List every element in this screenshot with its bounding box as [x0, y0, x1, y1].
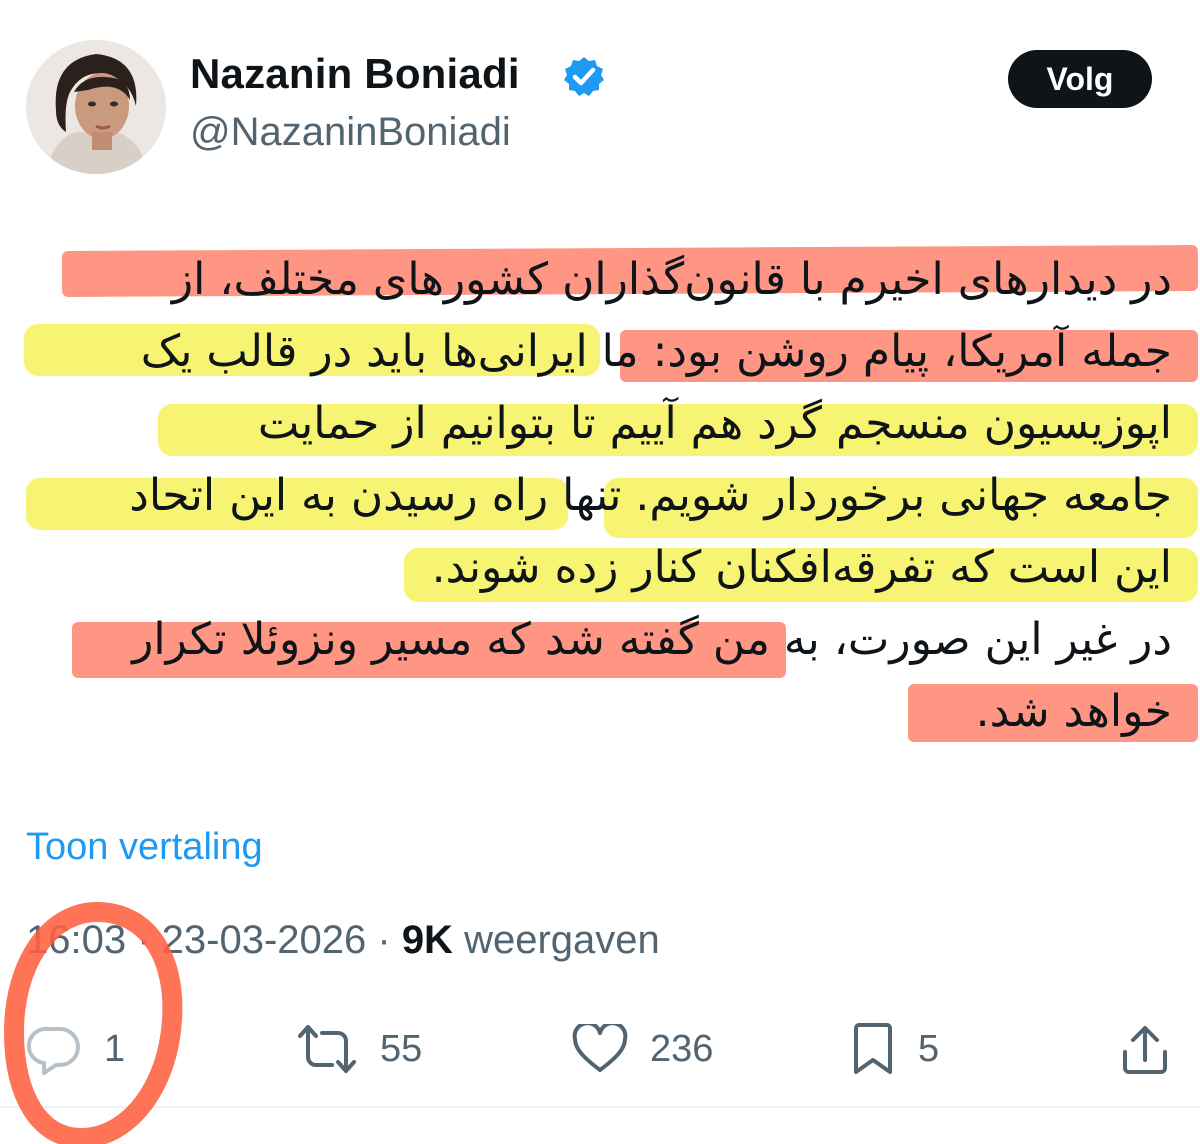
views-label: weergaven: [452, 918, 660, 962]
tweet-date[interactable]: 23-03-2026: [162, 918, 367, 962]
tweet-line: جامعه جهانی برخوردار شویم. تنها راه رسید…: [129, 470, 1172, 521]
author-name[interactable]: Nazanin Boniadi: [190, 50, 520, 98]
meta-separator: ·: [366, 918, 402, 962]
avatar[interactable]: [26, 40, 166, 174]
bookmark-button[interactable]: 5: [850, 1018, 939, 1080]
tweet-line: در دیدارهای اخیرم با قانون‌گذاران کشورها…: [171, 254, 1172, 305]
share-button[interactable]: [1120, 1018, 1170, 1080]
views-count: 9K: [401, 918, 453, 962]
like-button[interactable]: 236: [572, 1018, 713, 1080]
translate-link[interactable]: Toon vertaling: [26, 826, 263, 869]
bookmark-count: 5: [918, 1027, 940, 1070]
follow-button[interactable]: Volg: [1008, 50, 1152, 108]
divider: [0, 1106, 1200, 1108]
tweet-line: اپوزیسیون منسجم گرد هم آییم تا بتوانیم ا…: [257, 398, 1172, 449]
tweet-line: این است که تفرقه‌افکنان کنار زده شوند.: [431, 542, 1172, 593]
tweet-line: در غیر این صورت، به من گفته شد که مسیر و…: [132, 614, 1172, 665]
share-icon: [1120, 1022, 1170, 1076]
reply-count: 1: [104, 1027, 126, 1070]
tweet-text: در دیدارهای اخیرم با قانون‌گذاران کشورها…: [22, 244, 1172, 748]
meta-separator: ·: [126, 918, 162, 962]
tweet-meta: 16:03 · 23-03-2026 · 9K weergaven: [26, 918, 660, 963]
verified-badge-icon: [562, 55, 606, 99]
heart-icon: [572, 1024, 628, 1074]
reply-button[interactable]: 1: [26, 1018, 125, 1080]
tweet-time[interactable]: 16:03: [26, 918, 126, 962]
like-count: 236: [650, 1027, 714, 1070]
author-handle[interactable]: @NazaninBoniadi: [190, 110, 511, 155]
retweet-button[interactable]: 55: [296, 1018, 422, 1080]
reply-icon: [26, 1023, 82, 1075]
retweet-icon: [296, 1023, 358, 1075]
tweet-line: جمله آمریکا، پیام روشن بود: ما ایرانی‌ها…: [140, 326, 1172, 377]
retweet-count: 55: [380, 1027, 423, 1070]
bookmark-icon: [850, 1022, 896, 1076]
tweet-line: خواهد شد.: [975, 686, 1172, 737]
